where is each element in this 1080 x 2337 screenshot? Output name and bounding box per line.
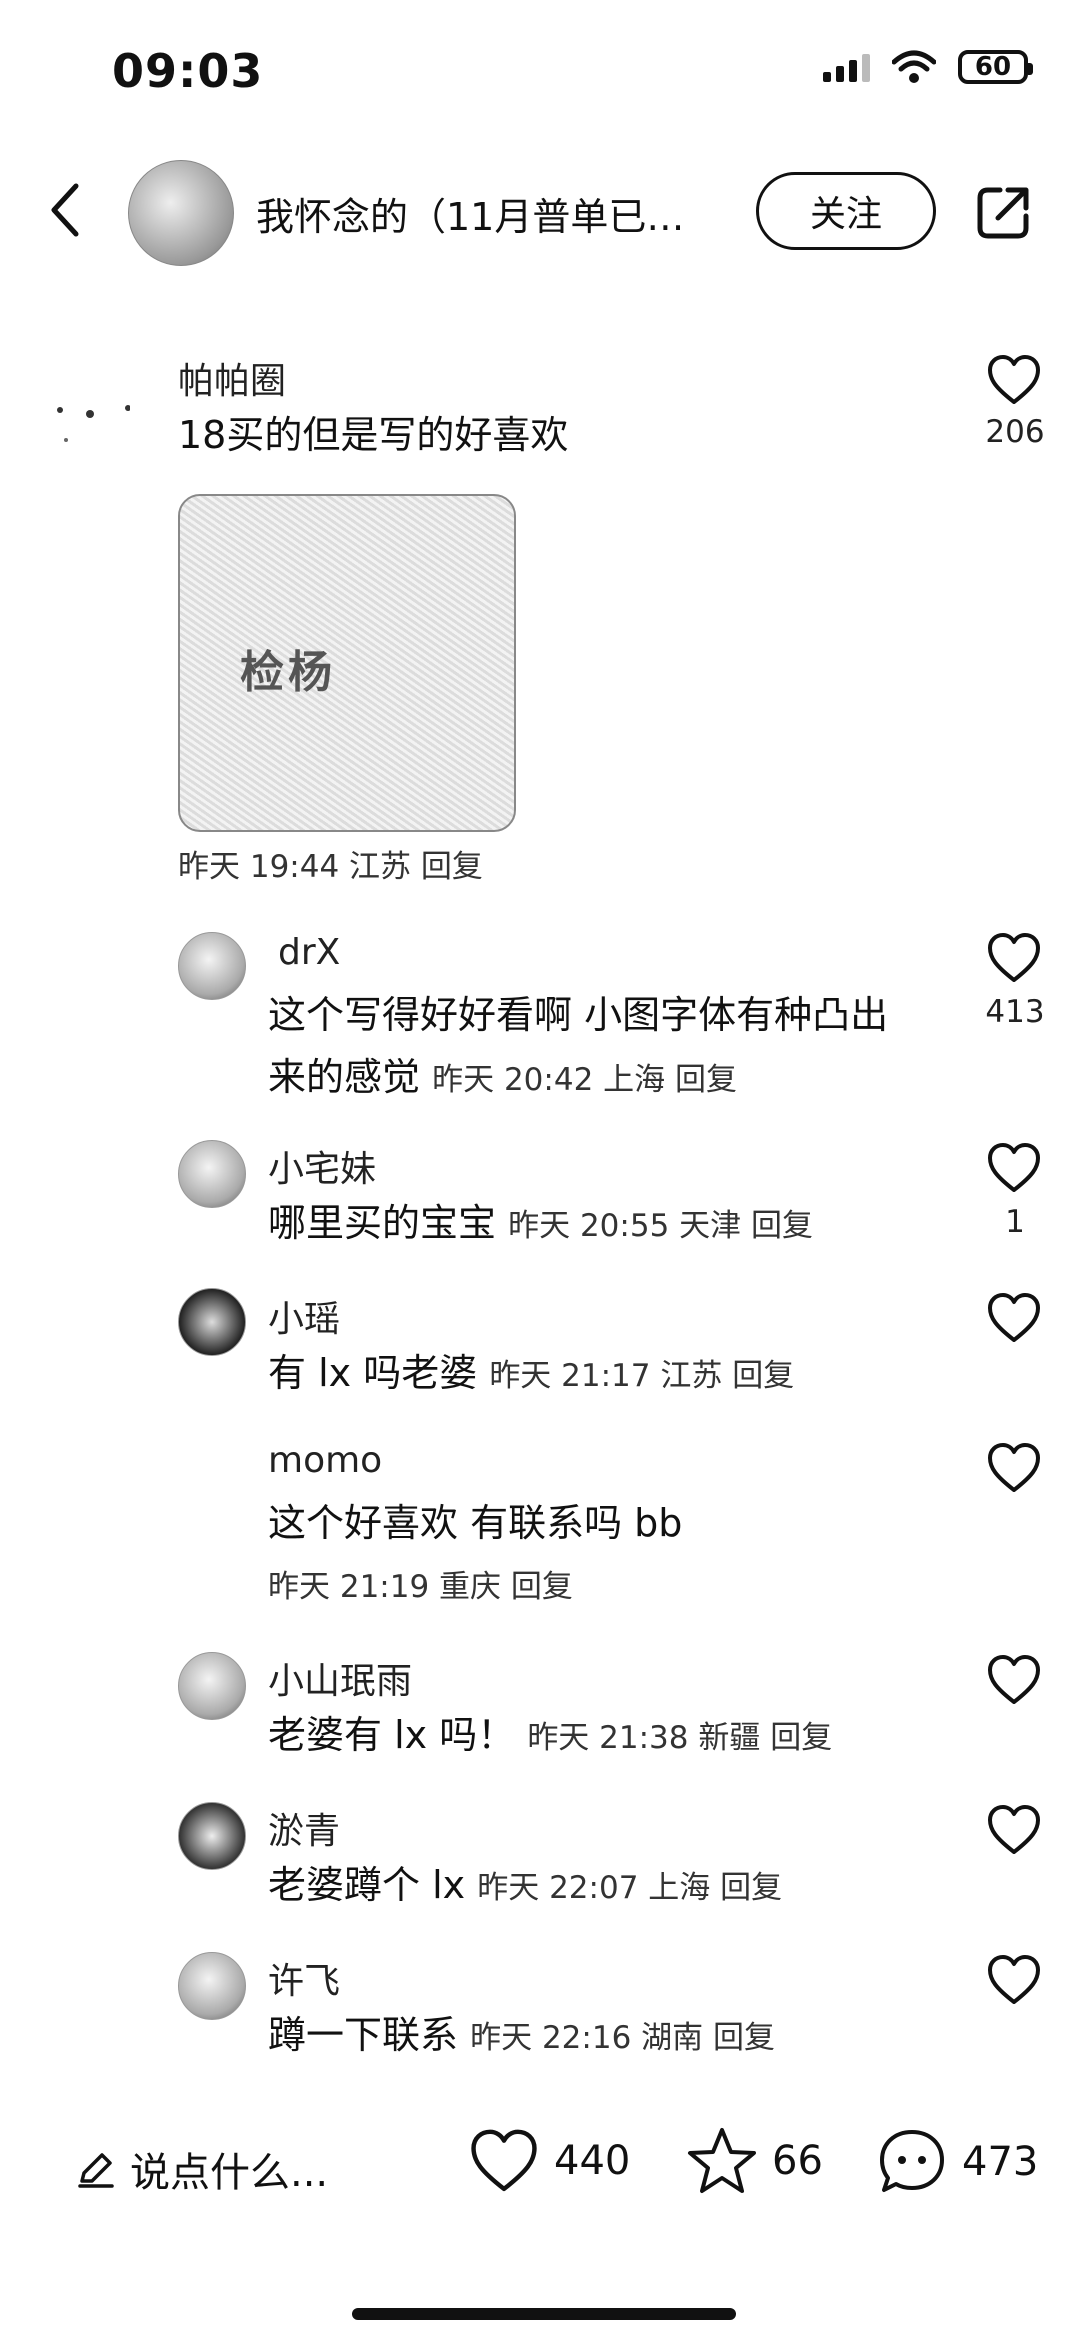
home-indicator[interactable] — [352, 2308, 736, 2320]
comment-meta[interactable]: 昨天 19:44 江苏 回复 — [178, 836, 483, 898]
heart-icon[interactable] — [986, 932, 1042, 984]
reply-avatar[interactable] — [178, 932, 246, 1000]
pencil-icon — [78, 2153, 114, 2188]
reply-author[interactable]: 小宅妹 — [268, 1140, 376, 1192]
reply-author[interactable]: 小瑶 — [268, 1290, 340, 1342]
reply-meta: 昨天 22:16 湖南 回复 — [470, 2020, 776, 2056]
reply-author[interactable]: 许飞 — [268, 1952, 340, 2004]
reply-text: 老婆蹲个 lx — [268, 1863, 466, 1907]
heart-icon[interactable] — [986, 1292, 1042, 1344]
comment-image-text: 检杨 — [240, 647, 336, 698]
like-count: 440 — [554, 2138, 631, 2184]
heart-icon[interactable] — [986, 354, 1042, 406]
reply-meta: 昨天 20:55 天津 回复 — [508, 1208, 814, 1244]
back-icon[interactable] — [42, 180, 92, 240]
reply-text: 来的感觉 — [268, 1055, 421, 1099]
status-time: 09:03 — [112, 44, 264, 98]
reply-meta[interactable]: 昨天 21:19 重庆 回复 — [268, 1556, 573, 1618]
follow-label: 关注 — [809, 194, 882, 235]
comment-input[interactable]: 说点什么... — [76, 2140, 328, 2198]
reply-meta: 昨天 21:38 新疆 回复 — [527, 1720, 833, 1756]
battery-icon: 60 — [958, 50, 1033, 84]
reply-text-row[interactable]: 老婆蹲个 lx 昨天 22:07 上海 回复 — [268, 1854, 782, 1919]
reply-meta: 昨天 21:17 江苏 回复 — [489, 1358, 795, 1394]
heart-icon[interactable] — [986, 1442, 1042, 1494]
reply-avatar[interactable] — [178, 1952, 246, 2020]
reply-text-row[interactable]: 蹲一下联系 昨天 22:16 湖南 回复 — [268, 2004, 775, 2069]
heart-icon[interactable] — [986, 1142, 1042, 1194]
reply-author[interactable]: 小山珉雨 — [268, 1652, 412, 1704]
reply-avatar[interactable] — [178, 1288, 246, 1356]
reply-text-row[interactable]: 哪里买的宝宝 昨天 20:55 天津 回复 — [268, 1192, 813, 1257]
reply-text: 有 lx 吗老婆 — [268, 1351, 478, 1395]
reply-text: 哪里买的宝宝 — [268, 1201, 497, 1245]
reply-meta: 昨天 22:07 上海 回复 — [477, 1870, 783, 1906]
battery-level: 60 — [974, 52, 1012, 82]
author-avatar[interactable] — [128, 160, 234, 266]
star-icon — [688, 2128, 756, 2193]
reply-text-line2[interactable]: 来的感觉 昨天 20:42 上海 回复 — [268, 1046, 737, 1111]
heart-icon[interactable] — [986, 1804, 1042, 1856]
comment-image[interactable]: 检杨 — [178, 494, 516, 832]
reply-avatar[interactable] — [178, 1652, 246, 1720]
bottom-bar: 说点什么... 440 66 473 — [0, 2100, 1080, 2260]
comment-bubble-icon — [880, 2130, 944, 2192]
reply-author[interactable]: momo — [268, 1440, 382, 1481]
reply-meta: 昨天 20:42 上海 回复 — [432, 1062, 738, 1098]
like-button[interactable]: 440 — [468, 2128, 630, 2194]
comment-input-placeholder: 说点什么... — [130, 2150, 329, 2196]
like-count: 413 — [985, 994, 1045, 1030]
heart-icon[interactable] — [986, 1954, 1042, 2006]
wifi-icon — [892, 50, 936, 83]
like-count: 1 — [1005, 1204, 1025, 1240]
reply-avatar[interactable] — [178, 1802, 246, 1870]
author-name[interactable]: 我怀念的（11月普单已… — [256, 186, 726, 241]
heart-icon — [471, 2129, 537, 2192]
comment-avatar[interactable] — [46, 380, 131, 464]
favorite-count: 66 — [772, 2138, 823, 2184]
comment-author[interactable]: 帕帕圈 — [178, 352, 286, 404]
reply-text-row[interactable]: 老婆有 lx 吗！ 昨天 21:38 新疆 回复 — [268, 1704, 832, 1769]
reply-text[interactable]: 这个写得好好看啊 小图字体有种凸出 — [268, 984, 888, 1046]
like-count: 206 — [985, 414, 1045, 450]
comment-button[interactable]: 473 — [876, 2126, 1038, 2198]
comment-text[interactable]: 18买的但是写的好喜欢 — [178, 404, 568, 466]
comment-count: 473 — [962, 2139, 1039, 2185]
reply-text-row[interactable]: 有 lx 吗老婆 昨天 21:17 江苏 回复 — [268, 1342, 794, 1407]
reply-avatar[interactable] — [178, 1140, 246, 1208]
heart-icon[interactable] — [986, 1654, 1042, 1706]
favorite-button[interactable]: 66 — [686, 2126, 823, 2196]
reply-text: 老婆有 lx 吗！ — [268, 1713, 516, 1757]
follow-button[interactable]: 关注 — [756, 172, 936, 250]
status-icons: 60 — [823, 50, 1033, 84]
reply-author[interactable]: 淤青 — [268, 1802, 340, 1854]
reply-text: 蹲一下联系 — [268, 2013, 459, 2057]
reply-text[interactable]: 这个好喜欢 有联系吗 bb — [268, 1492, 682, 1554]
reply-author[interactable]: drX — [278, 932, 340, 973]
share-icon[interactable] — [974, 182, 1034, 242]
signal-icon — [823, 52, 870, 82]
